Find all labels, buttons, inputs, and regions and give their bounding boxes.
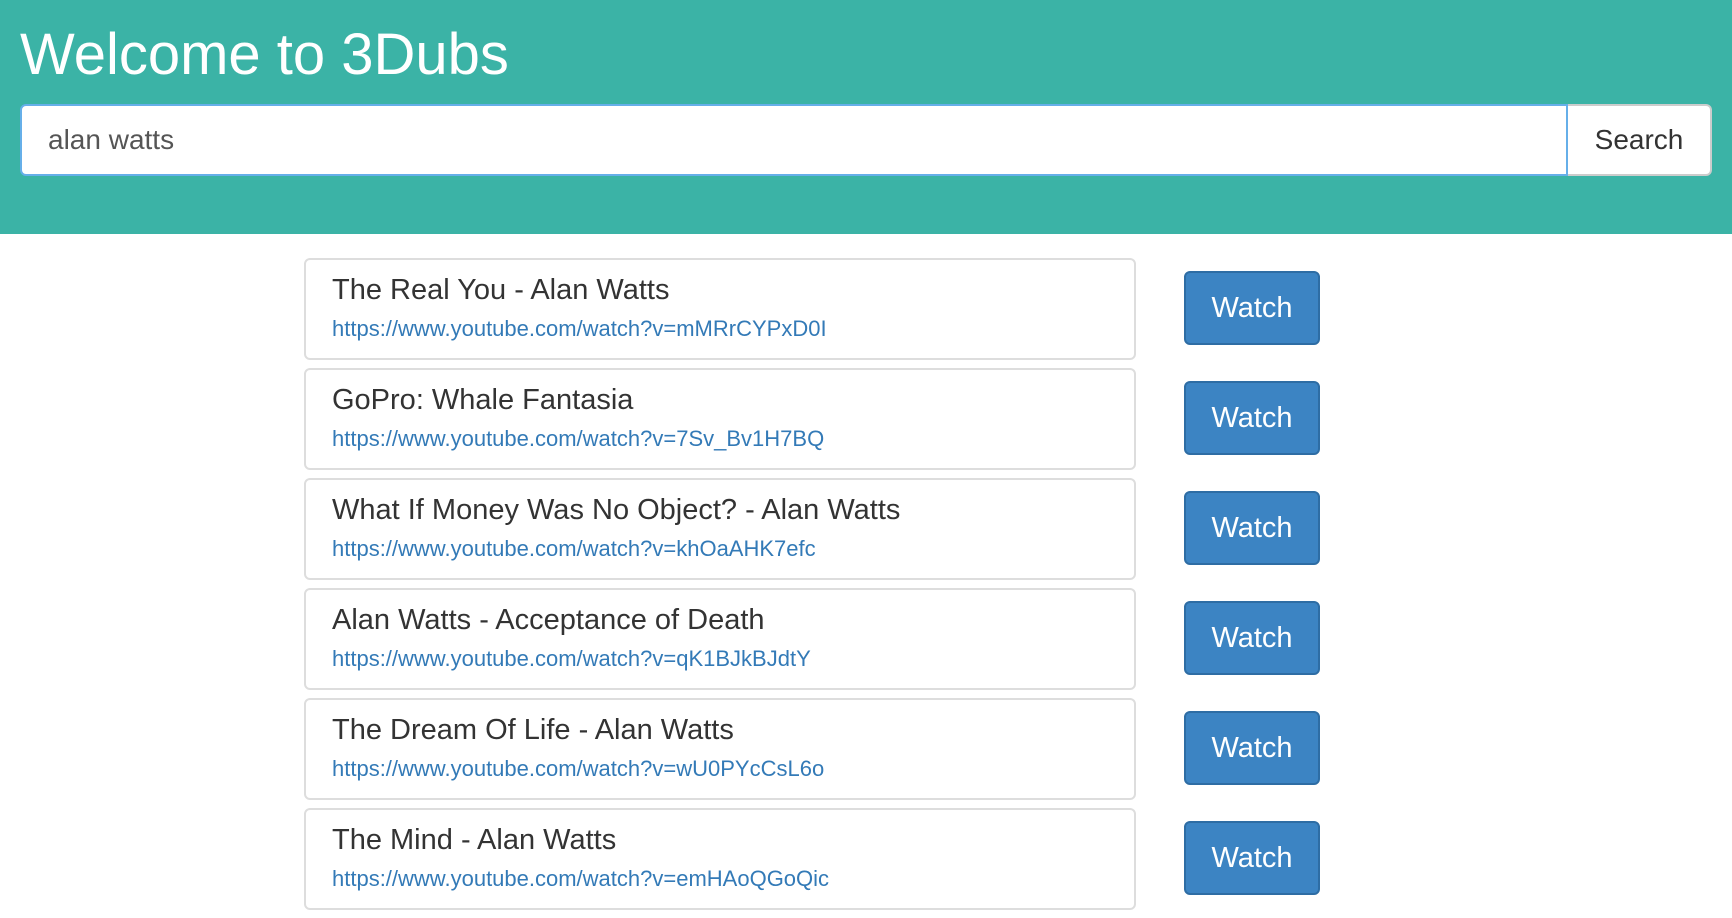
watch-button[interactable]: Watch xyxy=(1184,601,1320,675)
search-input[interactable] xyxy=(20,104,1568,176)
search-button[interactable]: Search xyxy=(1568,104,1712,176)
watch-button[interactable]: Watch xyxy=(1184,271,1320,345)
list-item: The Mind - Alan Watts https://www.youtub… xyxy=(304,808,1324,918)
result-link[interactable]: https://www.youtube.com/watch?v=mMRrCYPx… xyxy=(332,316,827,342)
list-item: Alan Watts - Acceptance of Death https:/… xyxy=(304,588,1324,698)
page-title: Welcome to 3Dubs xyxy=(20,22,509,87)
result-link[interactable]: https://www.youtube.com/watch?v=wU0PYcCs… xyxy=(332,756,824,782)
result-link[interactable]: https://www.youtube.com/watch?v=7Sv_Bv1H… xyxy=(332,426,824,452)
result-link[interactable]: https://www.youtube.com/watch?v=qK1BJkBJ… xyxy=(332,646,811,672)
result-title: The Dream Of Life - Alan Watts xyxy=(332,714,734,746)
result-title: The Mind - Alan Watts xyxy=(332,824,617,856)
watch-button[interactable]: Watch xyxy=(1184,381,1320,455)
list-item: GoPro: Whale Fantasia https://www.youtub… xyxy=(304,368,1324,478)
result-card: The Mind - Alan Watts https://www.youtub… xyxy=(304,808,1136,910)
watch-button[interactable]: Watch xyxy=(1184,821,1320,895)
result-card: Alan Watts - Acceptance of Death https:/… xyxy=(304,588,1136,690)
list-item: The Real You - Alan Watts https://www.yo… xyxy=(304,258,1324,368)
result-card: The Real You - Alan Watts https://www.yo… xyxy=(304,258,1136,360)
header-banner: Welcome to 3Dubs Search xyxy=(0,0,1732,234)
list-item: What If Money Was No Object? - Alan Watt… xyxy=(304,478,1324,588)
result-title: Alan Watts - Acceptance of Death xyxy=(332,604,765,636)
result-link[interactable]: https://www.youtube.com/watch?v=khOaAHK7… xyxy=(332,536,816,562)
list-item: The Dream Of Life - Alan Watts https://w… xyxy=(304,698,1324,808)
result-link[interactable]: https://www.youtube.com/watch?v=emHAoQGo… xyxy=(332,866,829,892)
watch-button[interactable]: Watch xyxy=(1184,491,1320,565)
result-title: The Real You - Alan Watts xyxy=(332,274,670,306)
result-card: GoPro: Whale Fantasia https://www.youtub… xyxy=(304,368,1136,470)
result-card: The Dream Of Life - Alan Watts https://w… xyxy=(304,698,1136,800)
results-list: The Real You - Alan Watts https://www.yo… xyxy=(304,258,1324,918)
result-card: What If Money Was No Object? - Alan Watt… xyxy=(304,478,1136,580)
result-title: GoPro: Whale Fantasia xyxy=(332,384,634,416)
result-title: What If Money Was No Object? - Alan Watt… xyxy=(332,494,901,526)
search-bar: Search xyxy=(20,104,1712,176)
watch-button[interactable]: Watch xyxy=(1184,711,1320,785)
